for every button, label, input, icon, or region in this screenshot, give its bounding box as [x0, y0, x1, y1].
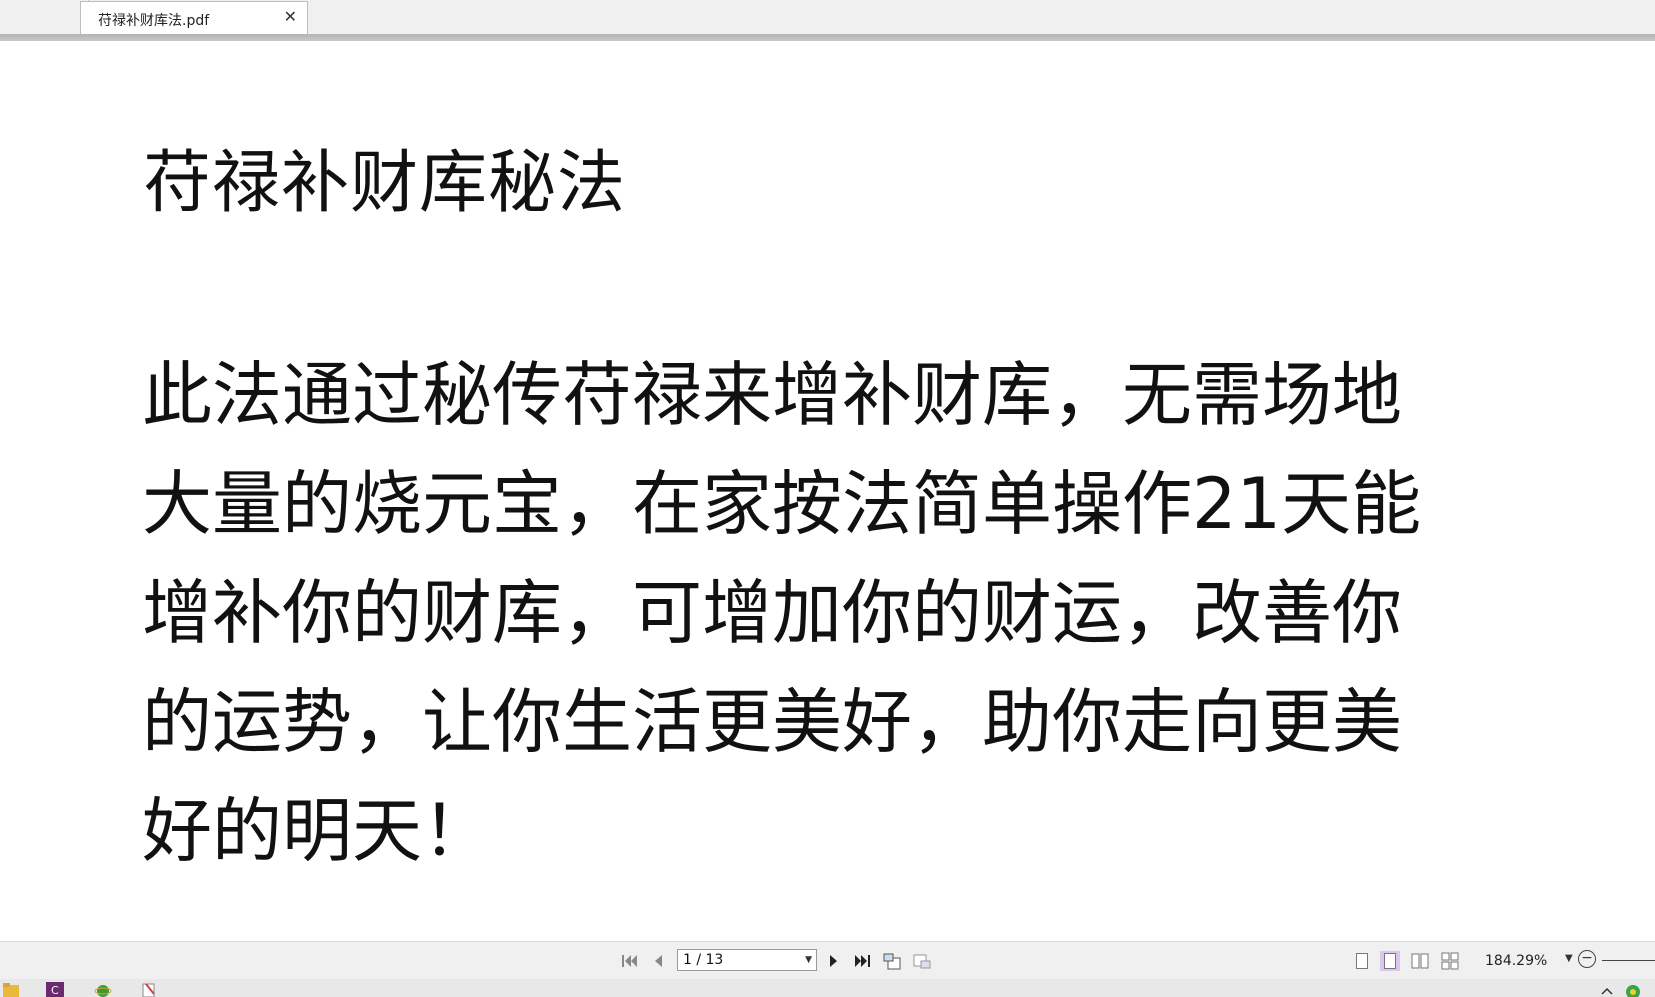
folder-icon[interactable]	[2, 982, 20, 997]
close-icon[interactable]: ✕	[284, 8, 297, 26]
continuous-facing-icon	[1441, 952, 1459, 970]
body-line: 大量的烧元宝，在家按法简单操作21天能	[142, 463, 1422, 545]
browser-icon[interactable]	[94, 982, 112, 997]
svg-text:C: C	[51, 984, 59, 997]
body-line: 的运势，让你生活更美好，助你走向更美	[142, 681, 1402, 763]
tray-icon[interactable]	[1624, 982, 1642, 997]
page-indicator: 1 / 13	[683, 952, 724, 968]
tab-title: 苻禄补财库法.pdf	[98, 13, 210, 29]
page-number-field[interactable]: 1 / 13 ▼	[677, 949, 817, 971]
zoom-slider[interactable]	[1602, 960, 1655, 961]
continuous-page-icon	[1384, 953, 1396, 969]
editor-icon[interactable]	[140, 982, 158, 997]
toolbar-divider	[0, 34, 1655, 41]
document-body: 此法通过秘传苻禄来增补财库，无需场地 大量的烧元宝，在家按法简单操作21天能 增…	[142, 341, 1472, 886]
continuous-view-button[interactable]	[1380, 951, 1400, 971]
status-bar: 1 / 13 ▼ 184.29% ▼ −	[0, 941, 1655, 980]
body-line: 此法通过秘传苻禄来增补财库，无需场地	[142, 354, 1402, 436]
previous-view-icon[interactable]	[882, 952, 902, 970]
continuous-facing-view-button[interactable]	[1440, 951, 1460, 971]
taskbar: C	[0, 979, 1655, 997]
previous-page-icon[interactable]	[648, 952, 668, 970]
document-page: 苻禄补财库秘法 此法通过秘传苻禄来增补财库，无需场地 大量的烧元宝，在家按法简单…	[0, 41, 1655, 941]
document-title: 苻禄补财库秘法	[143, 144, 627, 223]
single-page-view-button[interactable]	[1352, 951, 1372, 971]
document-tab[interactable]: 苻禄补财库法.pdf ✕	[80, 1, 308, 34]
last-page-icon[interactable]	[852, 952, 872, 970]
zoom-dropdown-icon[interactable]: ▼	[1565, 953, 1573, 964]
tab-bar: 苻禄补财库法.pdf ✕	[0, 0, 1655, 35]
tab-strip-edge	[0, 0, 90, 33]
next-view-icon[interactable]	[912, 952, 932, 970]
zoom-level[interactable]: 184.29%	[1485, 953, 1547, 969]
zoom-out-icon[interactable]: −	[1578, 950, 1596, 968]
next-page-icon[interactable]	[824, 952, 844, 970]
first-page-icon[interactable]	[620, 952, 640, 970]
app-icon[interactable]: C	[46, 982, 64, 997]
body-line: 好的明天！	[142, 790, 492, 872]
chevron-up-icon[interactable]	[1598, 982, 1616, 997]
facing-view-button[interactable]	[1410, 951, 1430, 971]
single-page-icon	[1356, 953, 1368, 969]
body-line: 增补你的财库，可增加你的财运，改善你	[142, 572, 1402, 654]
facing-pages-icon	[1411, 953, 1429, 969]
chevron-down-icon[interactable]: ▼	[805, 950, 812, 970]
